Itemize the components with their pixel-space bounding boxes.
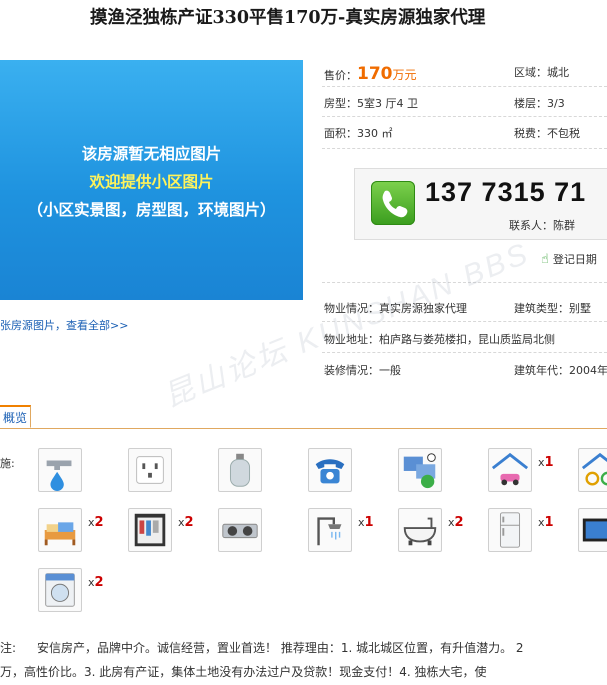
type-value: 别墅 bbox=[569, 302, 591, 315]
address-row: 物业地址：柏庐路与娄苑楼扣，昆山质监局北侧 bbox=[324, 331, 555, 347]
shower-icon bbox=[308, 508, 352, 552]
year-label: 建筑年代： bbox=[514, 364, 569, 377]
price-row: 售价：170万元 bbox=[324, 64, 417, 84]
tab-overview[interactable]: 概览 bbox=[0, 405, 31, 428]
washing-machine-icon bbox=[38, 568, 82, 612]
type-label: 建筑类型： bbox=[514, 302, 569, 315]
phone-number[interactable]: 137 7315 71 bbox=[425, 177, 586, 208]
no-photo-line1: 该房源暂无相应图片 bbox=[81, 145, 222, 163]
register-label: 登记日期 bbox=[552, 253, 597, 266]
wardrobe-icon bbox=[128, 508, 172, 552]
divider bbox=[322, 352, 607, 353]
area-label: 区域： bbox=[514, 66, 547, 79]
type-row: 建筑类型：别墅 bbox=[514, 300, 591, 316]
remarks-line2: 万，高性价比。3. 此房有产证，集体土地没有办法过户及贷款！现金支付！4. 独栋… bbox=[0, 665, 487, 679]
property-label: 物业情况： bbox=[324, 302, 379, 315]
network-icon bbox=[398, 448, 442, 492]
divider bbox=[322, 116, 607, 117]
layout-row: 房型：5室3 厅4 卫 bbox=[324, 95, 418, 111]
facilities-label: 施: bbox=[0, 457, 15, 470]
divider bbox=[322, 148, 607, 149]
price-value: 170 bbox=[357, 64, 393, 84]
bicycle-icon bbox=[578, 448, 607, 492]
remarks-line1: 安信房产，品牌中介。诚信经营，置业首选！ 推荐理由：1. 城北城区位置，有升值潜… bbox=[37, 641, 524, 655]
phone-box: 137 7315 71 联系人：陈群 bbox=[354, 168, 607, 240]
divider bbox=[322, 86, 607, 87]
bed-qty: x2 bbox=[88, 515, 104, 530]
floor-row: 楼层：3/3 bbox=[514, 95, 565, 111]
decor-label: 装修情况： bbox=[324, 364, 379, 377]
year-row: 建筑年代：2004年 bbox=[514, 362, 607, 378]
layout-label: 房型： bbox=[324, 97, 357, 110]
no-photo-placeholder: 该房源暂无相应图片 欢迎提供小区图片 （小区实景图，房型图，环境图片） bbox=[0, 60, 303, 300]
bathtub-qty: x2 bbox=[448, 515, 464, 530]
decor-row: 装修情况：一般 bbox=[324, 362, 401, 378]
layout-value: 5室3 厅4 卫 bbox=[357, 97, 418, 110]
view-all-photos-link[interactable]: 张房源图片，查看全部>> bbox=[0, 317, 128, 333]
tax-value: 不包税 bbox=[547, 127, 580, 140]
floor-label: 楼层： bbox=[514, 97, 547, 110]
size-row: 面积：330 ㎡ bbox=[324, 125, 393, 141]
power-outlet-icon bbox=[128, 448, 172, 492]
tab-bar bbox=[0, 428, 607, 429]
garage-icon bbox=[488, 448, 532, 492]
bathtub-icon bbox=[398, 508, 442, 552]
garage-qty: x1 bbox=[538, 455, 554, 470]
wardrobe-qty: x2 bbox=[178, 515, 194, 530]
property-row: 物业情况：真实房源独家代理 bbox=[324, 300, 467, 316]
register-date: ☝ 登记日期 bbox=[541, 251, 597, 267]
phone-icon bbox=[371, 181, 415, 225]
address-value: 柏庐路与娄苑楼扣，昆山质监局北侧 bbox=[379, 333, 555, 346]
address-label: 物业地址： bbox=[324, 333, 379, 346]
remarks: 注: 安信房产，品牌中介。诚信经营，置业首选！ 推荐理由：1. 城北城区位置，有… bbox=[0, 636, 607, 685]
telephone-icon bbox=[308, 448, 352, 492]
thumb-icon: ☝ bbox=[541, 252, 549, 267]
no-photo-line2: 欢迎提供小区图片 bbox=[89, 173, 214, 191]
no-photo-line3: （小区实景图，房型图，环境图片） bbox=[27, 201, 276, 219]
page-title: 摸渔泾独栋产证330平售170万-真实房源独家代理 bbox=[90, 8, 486, 28]
size-label: 面积： bbox=[324, 127, 357, 140]
price-unit: 万元 bbox=[392, 68, 417, 82]
tax-label: 税费： bbox=[514, 127, 547, 140]
gas-stove-icon bbox=[218, 508, 262, 552]
washing-machine-qty: x2 bbox=[88, 575, 104, 590]
area-value: 城北 bbox=[547, 66, 569, 79]
decor-value: 一般 bbox=[379, 364, 401, 377]
divider bbox=[322, 321, 607, 322]
refrigerator-qty: x1 bbox=[538, 515, 554, 530]
tv-icon bbox=[578, 508, 607, 552]
refrigerator-icon bbox=[488, 508, 532, 552]
floor-value: 3/3 bbox=[547, 97, 565, 110]
water-heater-icon bbox=[38, 448, 82, 492]
tax-row: 税费：不包税 bbox=[514, 125, 580, 141]
property-value: 真实房源独家代理 bbox=[379, 302, 467, 315]
area-row: 区域：城北 bbox=[514, 64, 569, 80]
price-label: 售价： bbox=[324, 69, 357, 82]
remarks-label: 注: bbox=[0, 641, 17, 655]
shower-qty: x1 bbox=[358, 515, 374, 530]
size-value: 330 ㎡ bbox=[357, 127, 393, 140]
year-value: 2004年 bbox=[569, 364, 607, 377]
gas-tank-icon bbox=[218, 448, 262, 492]
bed-icon bbox=[38, 508, 82, 552]
